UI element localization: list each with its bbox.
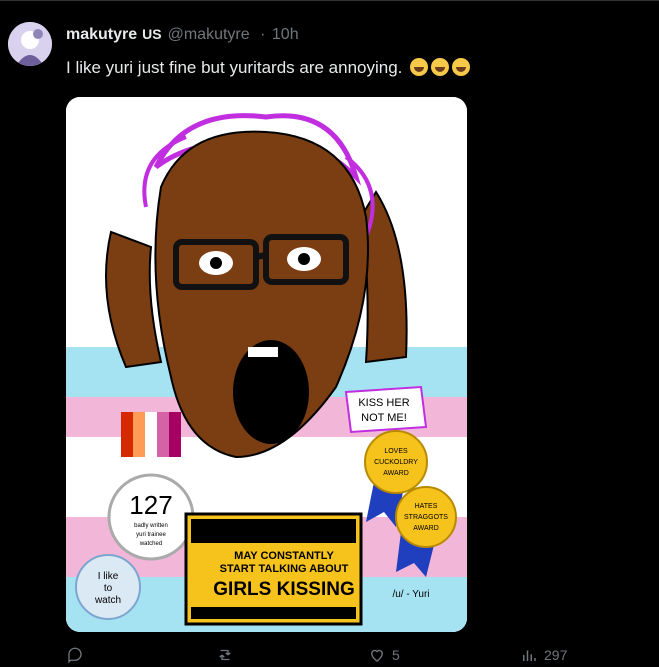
medal-caption-3: watched (139, 541, 162, 547)
laughing-tears-emoji-icon (431, 58, 450, 76)
button-line3: watch (94, 595, 121, 606)
hates-award-line1: HATES (415, 503, 438, 510)
tweet-header: makutyre US @makutyre · 10h (66, 26, 299, 44)
kiss-badge-line2: NOT ME! (361, 412, 407, 424)
author-name[interactable]: makutyre (66, 26, 137, 43)
signature: /u/ - Yuri (392, 589, 429, 600)
button-line1: I like (98, 571, 119, 582)
medal-number: 127 (129, 490, 172, 520)
warning-line3: GIRLS KISSING (213, 579, 354, 600)
top-divider (0, 0, 659, 1)
laughing-tears-emoji-icon (452, 58, 471, 76)
kiss-badge-line1: KISS HER (358, 397, 409, 409)
warning-line2: START TALKING ABOUT (220, 563, 349, 575)
avatar[interactable] (8, 22, 52, 66)
button-line2: to (104, 583, 113, 594)
hates-award-line3: AWARD (413, 525, 439, 532)
loves-award-line1: LOVES (384, 448, 408, 455)
retweet-button[interactable] (216, 646, 240, 664)
views-count: 297 (544, 647, 568, 663)
author-handle[interactable]: @makutyre (168, 26, 250, 43)
warning-title: WARNING (238, 522, 325, 542)
reply-icon (68, 647, 82, 664)
hates-award-line2: STRAGGOTS (404, 514, 448, 521)
heart-icon (371, 649, 383, 662)
views-chart-icon (523, 650, 536, 661)
tweet-text: I like yuri just fine but yuritards are … (66, 58, 471, 78)
separator-dot: · (260, 26, 266, 43)
like-button[interactable]: 5 (368, 646, 400, 664)
loves-award-line3: AWARD (383, 470, 409, 477)
author-flag: US (142, 26, 162, 42)
retweet-icon (219, 649, 231, 661)
tweet-actions: 5 297 (0, 646, 659, 667)
medal-caption-2: yuri trainee (136, 532, 166, 538)
laughing-tears-emoji-icon (410, 58, 429, 76)
views-button[interactable]: 297 (520, 646, 567, 664)
wojak-illustration: KISS HER NOT ME! LOVES CUCKOLDRY AWARD H… (66, 97, 467, 632)
loves-award-line2: CUCKOLDRY (374, 459, 418, 466)
tweet-image[interactable]: KISS HER NOT ME! LOVES CUCKOLDRY AWARD H… (66, 97, 467, 632)
warning-line1: MAY CONSTANTLY (234, 550, 334, 562)
reply-button[interactable] (66, 646, 90, 664)
like-count: 5 (392, 647, 400, 663)
medal-caption-1: badly written (134, 523, 168, 529)
timestamp[interactable]: 10h (272, 26, 299, 43)
tweet-body: I like yuri just fine but yuritards are … (66, 58, 403, 77)
